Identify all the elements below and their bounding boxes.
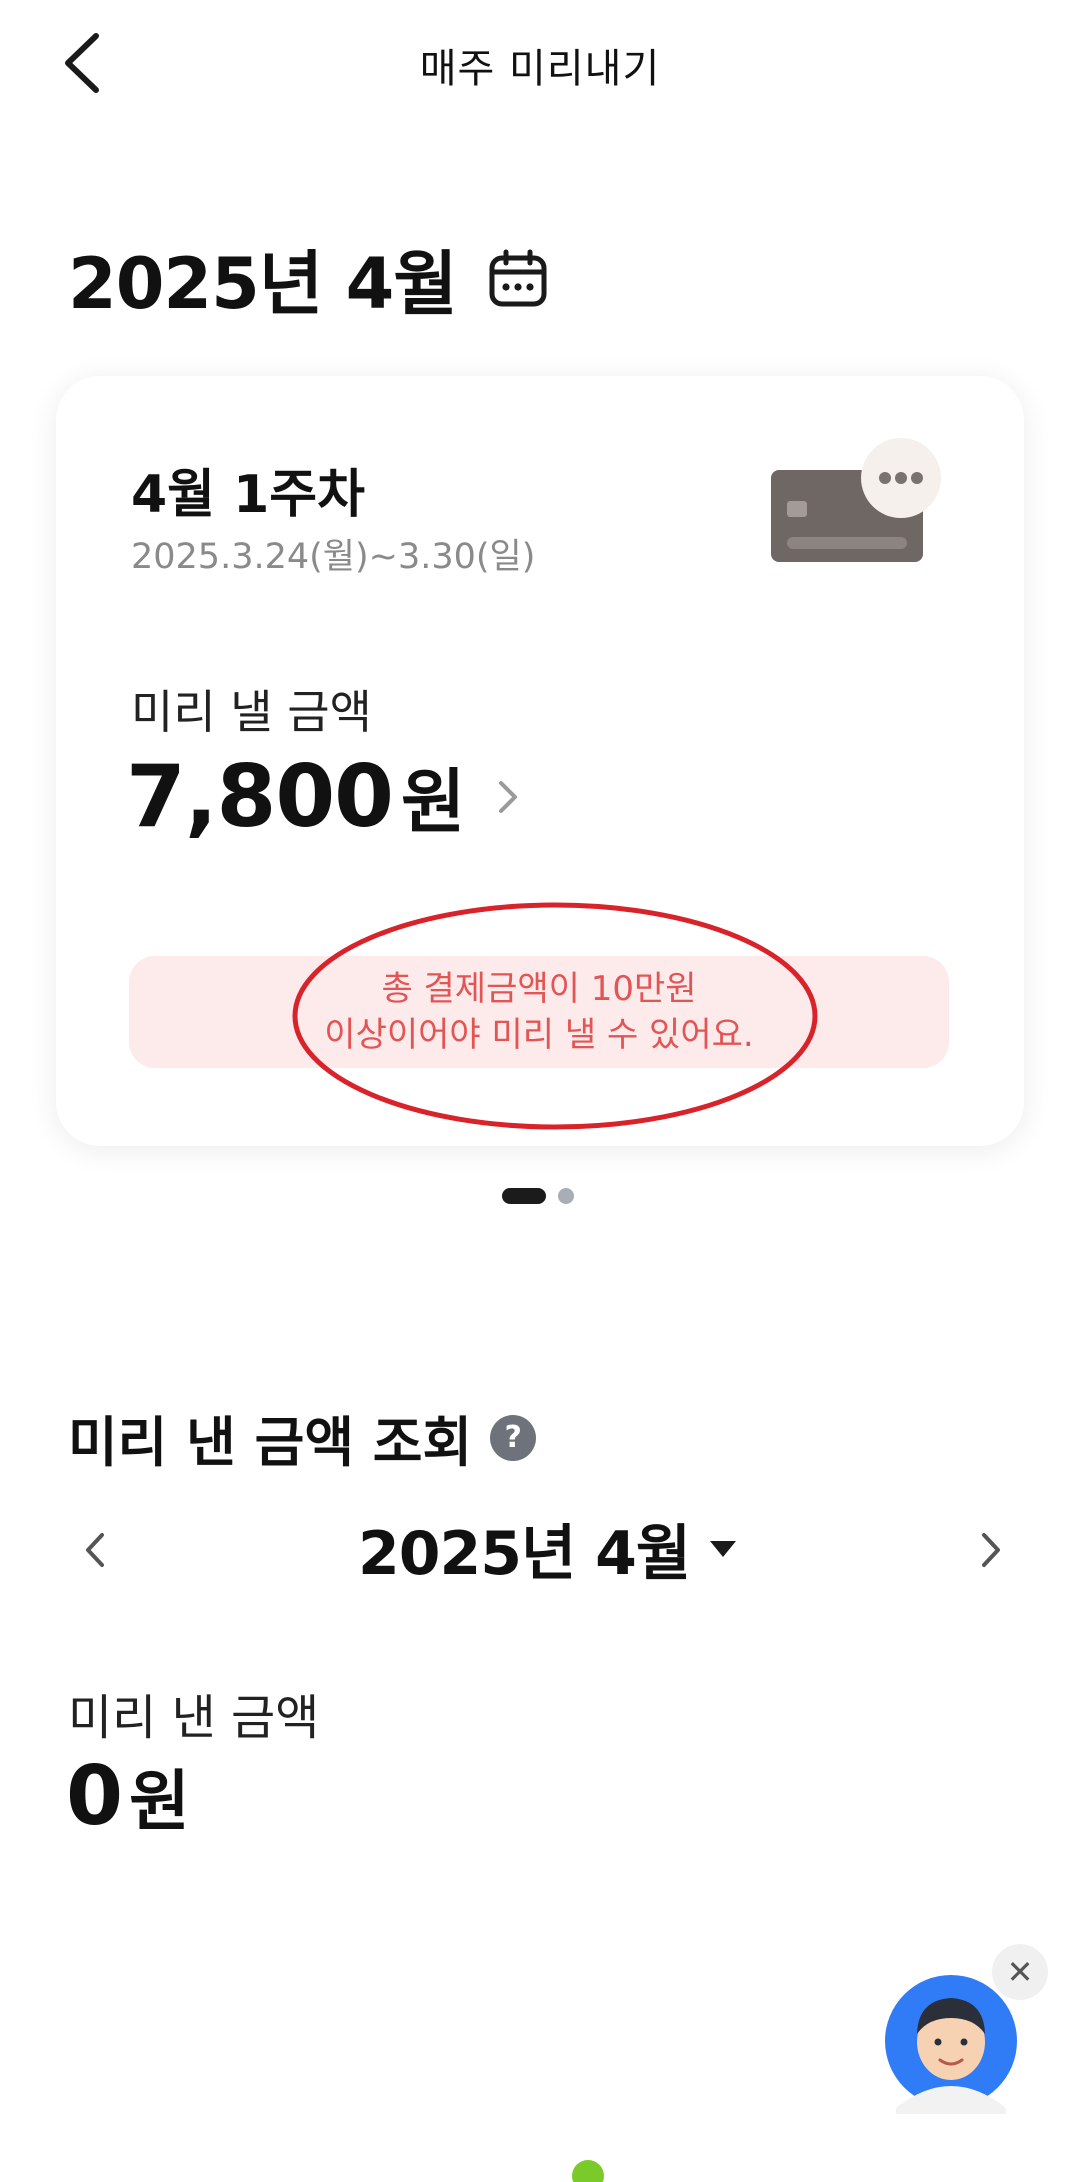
history-title-text: 미리 낸 금액 조회 <box>68 1411 473 1474</box>
chatbot-close-button[interactable]: ✕ <box>992 1944 1048 2000</box>
month-heading-text: 2025년 4월 <box>68 243 458 325</box>
prepay-amount-value: 7,800 <box>126 746 394 847</box>
paid-amount: 0 원 <box>66 1748 190 1844</box>
prepay-amount-label: 미리 낼 금액 <box>131 685 372 739</box>
page-title: 매주 미리내기 <box>419 46 661 92</box>
pager-dot[interactable] <box>558 1188 574 1204</box>
more-dots-icon <box>861 438 941 518</box>
chevron-right-icon <box>499 780 518 813</box>
credit-card-icon <box>771 438 941 562</box>
paid-amount-value: 0 <box>66 1748 124 1844</box>
current-month-heading: 2025년 4월 <box>68 228 549 329</box>
paid-amount-unit: 원 <box>129 1763 190 1840</box>
prepay-amount-unit: 원 <box>401 761 466 843</box>
history-section-title: 미리 낸 금액 조회 ? <box>68 1398 537 1477</box>
month-select-text: 2025년 4월 <box>358 1519 691 1589</box>
week-title: 4월 1주차 <box>131 465 365 525</box>
month-navigator: 2025년 4월 <box>0 1505 1080 1595</box>
top-bar: 매주 미리내기 <box>0 0 1080 130</box>
minimum-amount-notice: 총 결제금액이 10만원 이상이어야 미리 낼 수 있어요. <box>129 956 949 1068</box>
calendar-icon[interactable] <box>487 248 549 310</box>
next-month-button[interactable] <box>970 1527 1010 1573</box>
help-icon[interactable]: ? <box>490 1414 537 1461</box>
prev-month-button[interactable] <box>76 1527 116 1573</box>
chevron-left-icon <box>86 1533 104 1567</box>
chevron-right-icon <box>982 1533 1000 1567</box>
weekly-prepay-card: 4월 1주차 2025.3.24(월)~3.30(일) 미리 낼 금액 7,80… <box>56 376 1024 1146</box>
week-date-range: 2025.3.24(월)~3.30(일) <box>131 537 536 577</box>
month-select[interactable]: 2025년 4월 <box>358 1505 738 1592</box>
notice-line-1: 총 결제금액이 10만원 <box>381 969 697 1009</box>
notice-line-2: 이상이어야 미리 낼 수 있어요. <box>324 1015 754 1055</box>
caret-down-icon <box>710 1540 737 1557</box>
card-pager <box>502 1188 574 1204</box>
floating-element-peek <box>572 2160 604 2182</box>
prepay-amount-link[interactable]: 7,800 원 <box>126 746 521 847</box>
pager-dot-active[interactable] <box>502 1188 546 1204</box>
paid-amount-label: 미리 낸 금액 <box>68 1690 320 1746</box>
